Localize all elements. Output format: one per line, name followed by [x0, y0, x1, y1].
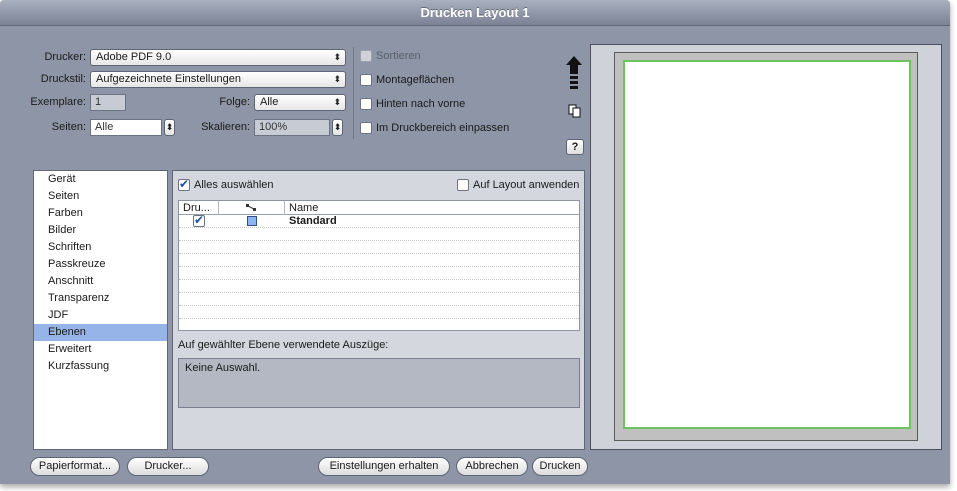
- druckstil-value: Aufgezeichnete Einstellungen: [96, 73, 241, 85]
- sortieren-label: Sortieren: [376, 50, 421, 62]
- help-button[interactable]: ?: [566, 139, 584, 155]
- layer-color-icon: [246, 204, 256, 211]
- sidebar-item-passkreuze[interactable]: Passkreuze: [34, 256, 167, 273]
- drucker-popup[interactable]: Adobe PDF 9.0 ⬍: [90, 49, 346, 66]
- folge-value: Alle: [260, 96, 279, 108]
- table-row-empty: [179, 241, 579, 254]
- abbrechen-button[interactable]: Abbrechen: [456, 457, 528, 476]
- window-title: Drucken Layout 1: [420, 5, 530, 20]
- sidebar-item-anschnitt[interactable]: Anschnitt: [34, 273, 167, 290]
- im-druckbereich-label: Im Druckbereich einpassen: [376, 122, 510, 134]
- print-dialog: Drucken Layout 1 Drucker: Adobe PDF 9.0 …: [0, 0, 950, 484]
- folge-popup[interactable]: Alle ⬍: [254, 94, 346, 111]
- column-header-name[interactable]: Name: [285, 201, 579, 215]
- divider: [353, 47, 354, 139]
- hinten-nach-vorne-label: Hinten nach vorne: [376, 98, 466, 110]
- sidebar-item-transparenz[interactable]: Transparenz: [34, 290, 167, 307]
- popup-arrows-icon: ⬍: [333, 52, 341, 62]
- separations-label: Auf gewählter Ebene verwendete Auszüge:: [178, 339, 389, 351]
- sidebar-item-ebenen[interactable]: Ebenen: [34, 324, 167, 341]
- portrait-orientation-icon[interactable]: [566, 56, 582, 92]
- layer-table: Dru... Name Standard: [178, 200, 580, 331]
- exemplare-field[interactable]: 1: [90, 94, 126, 111]
- table-row[interactable]: Standard: [179, 213, 579, 228]
- drucken-button[interactable]: Drucken: [532, 457, 588, 476]
- drucker-button[interactable]: Drucker...: [127, 457, 209, 476]
- ebenen-panel: Alles auswählen Auf Layout anwenden Dru.…: [172, 170, 585, 450]
- sidebar-item-geraet[interactable]: Gerät: [34, 171, 167, 188]
- sidebar-item-schriften[interactable]: Schriften: [34, 239, 167, 256]
- sidebar-item-jdf[interactable]: JDF: [34, 307, 167, 324]
- category-sidebar: Gerät Seiten Farben Bilder Schriften Pas…: [33, 170, 168, 450]
- table-header: Dru... Name: [179, 201, 579, 215]
- layer-color-swatch: [247, 216, 257, 226]
- sidebar-item-farben[interactable]: Farben: [34, 205, 167, 222]
- popup-arrows-icon: ⬍: [333, 74, 341, 84]
- drucker-label: Drucker:: [44, 51, 86, 63]
- sidebar-item-seiten[interactable]: Seiten: [34, 188, 167, 205]
- select-all-checkbox[interactable]: [178, 177, 190, 191]
- table-row-empty: [179, 306, 579, 319]
- im-druckbereich-checkbox[interactable]: [360, 122, 372, 134]
- separations-value: Keine Auswahl.: [185, 362, 261, 374]
- sortieren-checkbox[interactable]: [360, 50, 372, 62]
- popup-arrows-icon: ⬍: [333, 97, 341, 107]
- table-row-empty: [179, 293, 579, 306]
- seiten-stepper-icon[interactable]: ⬍: [164, 119, 175, 136]
- table-row-empty: [179, 267, 579, 280]
- copy-pages-icon[interactable]: [568, 104, 582, 118]
- apply-layout-label: Auf Layout anwenden: [473, 179, 580, 191]
- layer-name: Standard: [289, 215, 337, 227]
- table-row-empty: [179, 228, 579, 241]
- sidebar-item-erweitert[interactable]: Erweitert: [34, 341, 167, 358]
- skalieren-combo[interactable]: 100%: [254, 119, 330, 136]
- papierformat-button[interactable]: Papierformat...: [30, 457, 120, 476]
- separations-box: Keine Auswahl.: [178, 358, 580, 408]
- drucker-value: Adobe PDF 9.0: [96, 51, 172, 63]
- title-bar: Drucken Layout 1: [0, 0, 950, 26]
- sidebar-item-kurzfassung[interactable]: Kurzfassung: [34, 358, 167, 375]
- skalieren-label: Skalieren:: [201, 121, 250, 133]
- einstellungen-erhalten-button[interactable]: Einstellungen erhalten: [318, 457, 450, 476]
- table-row-empty: [179, 280, 579, 293]
- table-row-empty: [179, 254, 579, 267]
- print-preview: [590, 44, 942, 450]
- hinten-nach-vorne-checkbox[interactable]: [360, 98, 372, 110]
- layer-print-checkbox[interactable]: [193, 213, 205, 227]
- apply-layout-checkbox[interactable]: [457, 179, 469, 191]
- preview-paper-area: [614, 52, 918, 441]
- montageflaechen-checkbox[interactable]: [360, 74, 372, 86]
- montageflaechen-label: Montageflächen: [376, 74, 455, 86]
- column-header-color[interactable]: [219, 201, 285, 215]
- druckstil-label: Druckstil:: [40, 73, 86, 85]
- folge-label: Folge:: [219, 96, 250, 108]
- exemplare-label: Exemplare:: [30, 96, 86, 108]
- seiten-label: Seiten:: [51, 121, 86, 133]
- preview-page: [623, 60, 911, 429]
- seiten-combo[interactable]: Alle: [90, 119, 162, 136]
- druckstil-popup[interactable]: Aufgezeichnete Einstellungen ⬍: [90, 71, 346, 88]
- sidebar-item-bilder[interactable]: Bilder: [34, 222, 167, 239]
- select-all-label: Alles auswählen: [194, 179, 274, 191]
- skalieren-stepper-icon[interactable]: ⬍: [332, 119, 343, 136]
